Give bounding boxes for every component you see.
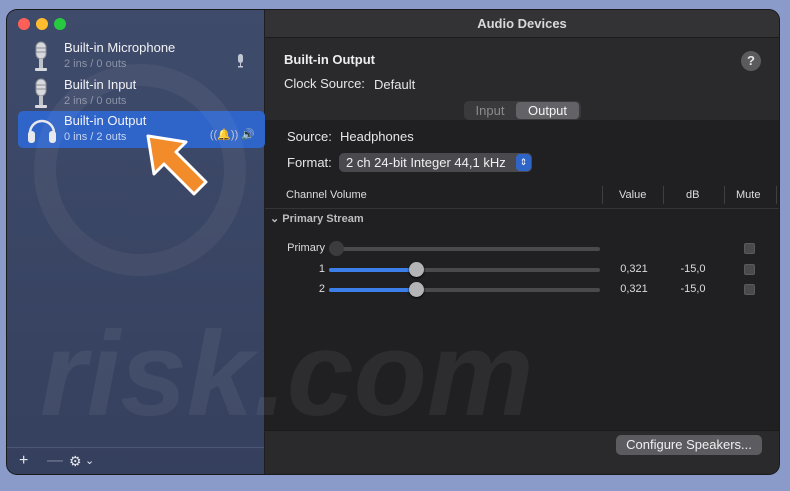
device-name: Built-in Microphone: [64, 40, 176, 55]
mute-checkbox[interactable]: [744, 284, 755, 295]
channel-label: Primary: [287, 242, 325, 254]
column-db[interactable]: dB: [686, 182, 699, 208]
sidebar-footer: + — ⚙ ⌄: [7, 447, 264, 474]
add-device-button[interactable]: +: [19, 452, 28, 470]
configure-speakers-button[interactable]: Configure Speakers...: [616, 435, 762, 455]
chevron-down-icon: ⌄: [270, 213, 280, 225]
title-bar: Audio Devices: [265, 10, 779, 38]
close-window-button[interactable]: [18, 18, 30, 30]
format-popup[interactable]: 2 ch 24-bit Integer 44,1 kHz ⇕: [339, 153, 532, 172]
device-detail-pane: Audio Devices Built-in Output ? Clock So…: [265, 10, 779, 474]
device-channels: 2 ins / 0 outs: [64, 58, 127, 70]
device-channels: 0 ins / 2 outs: [64, 131, 127, 143]
column-channel-volume[interactable]: Channel Volume: [286, 182, 367, 208]
clock-source-value[interactable]: Default: [374, 77, 415, 92]
volume-fill: [329, 288, 416, 292]
stream-label: Primary Stream: [282, 213, 364, 225]
device-name: Built-in Input: [64, 77, 137, 92]
column-divider: [663, 186, 664, 204]
column-mute[interactable]: Mute: [736, 182, 760, 208]
help-button[interactable]: ?: [741, 51, 761, 71]
volume-knob[interactable]: [409, 282, 424, 297]
audio-midi-window: Built-in Microphone 2 ins / 0 outs Built…: [7, 10, 779, 474]
value-cell: 0,321: [620, 283, 648, 295]
primary-stream-disclosure[interactable]: ⌄ Primary Stream: [270, 212, 364, 225]
device-item-builtin-input[interactable]: Built-in Input 2 ins / 0 outs: [18, 75, 265, 112]
minimize-window-button[interactable]: [36, 18, 48, 30]
microphone-icon: [35, 78, 47, 108]
volume-fill: [329, 268, 416, 272]
format-label: Format:: [287, 155, 332, 170]
column-divider: [602, 186, 603, 204]
db-cell: -15,0: [680, 263, 706, 275]
mute-checkbox: [744, 243, 755, 254]
remove-device-button[interactable]: —: [47, 452, 63, 470]
headphones-icon: [28, 119, 56, 143]
column-divider: [724, 186, 725, 204]
column-value[interactable]: Value: [619, 182, 646, 208]
speaker-icon: ((🔔)) 🔊: [209, 129, 255, 141]
volume-knob[interactable]: [409, 262, 424, 277]
input-output-segmented-control: Input Output: [464, 101, 581, 120]
device-sidebar: Built-in Microphone 2 ins / 0 outs Built…: [7, 10, 265, 474]
microphone-icon: [35, 41, 47, 71]
channel-label: 1: [318, 263, 325, 275]
window-title: Audio Devices: [477, 16, 567, 31]
chevron-up-down-icon: ⇕: [516, 154, 531, 171]
volume-slider[interactable]: [329, 262, 600, 277]
mute-checkbox[interactable]: [744, 264, 755, 275]
device-channels: 2 ins / 0 outs: [64, 95, 127, 107]
chevron-down-icon[interactable]: ⌄: [85, 454, 94, 467]
volume-slider[interactable]: [329, 282, 600, 297]
value-cell: 0,321: [620, 263, 648, 275]
column-divider: [776, 186, 777, 204]
device-title: Built-in Output: [284, 52, 375, 67]
device-item-builtin-microphone[interactable]: Built-in Microphone 2 ins / 0 outs: [18, 38, 265, 75]
clock-source-label: Clock Source:: [284, 76, 365, 91]
tab-input[interactable]: Input: [464, 101, 516, 120]
channel-label: 2: [318, 283, 325, 295]
db-cell: -15,0: [680, 283, 706, 295]
volume-knob: [329, 241, 344, 256]
microphone-small-icon: [238, 54, 243, 68]
format-value: 2 ch 24-bit Integer 44,1 kHz: [346, 155, 506, 170]
source-label: Source:: [287, 129, 332, 144]
volume-slider: [329, 241, 600, 256]
orange-arrow-annotation: [146, 134, 208, 196]
tab-output[interactable]: Output: [516, 102, 579, 119]
device-name: Built-in Output: [64, 113, 147, 128]
zoom-window-button[interactable]: [54, 18, 66, 30]
gear-icon[interactable]: ⚙: [69, 453, 82, 470]
source-value: Headphones: [340, 129, 414, 144]
